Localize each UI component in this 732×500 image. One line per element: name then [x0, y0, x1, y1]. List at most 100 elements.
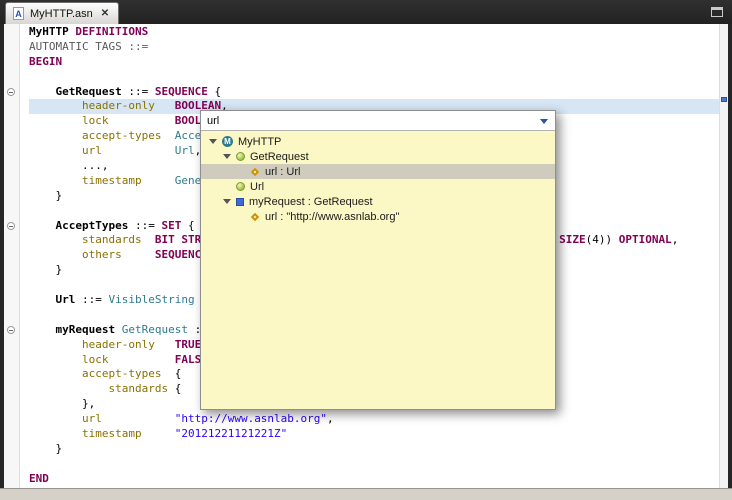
maximize-icon[interactable]: [711, 7, 723, 17]
code-token: {: [161, 367, 182, 381]
ruler-row: [4, 40, 19, 55]
code-token: lock: [81, 352, 109, 366]
outline-tree-item[interactable]: url : "http://www.asnlab.org": [201, 209, 555, 224]
code-token: "20121221121221Z": [174, 427, 288, 441]
tab-close-icon[interactable]: ✕: [101, 8, 109, 19]
code-token: Url: [55, 293, 76, 307]
outline-tree: M MyHTTP GetRequest url : Url Url myRequest :…: [201, 131, 555, 224]
outline-item-label: GetRequest: [250, 150, 309, 163]
code-token: SEQUENCE: [154, 84, 208, 98]
code-token: ::=: [121, 84, 155, 98]
tab-myhttp-asn[interactable]: A MyHTTP.asn ✕: [5, 2, 120, 24]
code-token: ,: [671, 233, 679, 247]
outline-tree-item[interactable]: Url: [201, 179, 555, 194]
code-token: timestamp: [81, 173, 142, 187]
code-token: VisibleString: [108, 293, 195, 307]
ruler-row: [4, 99, 19, 114]
code-token: AcceptTypes: [55, 218, 129, 232]
ruler-row: [4, 367, 19, 382]
fold-collapse-icon[interactable]: [7, 221, 15, 230]
code-line: AUTOMATIC TAGS ::=: [29, 40, 728, 55]
expander-down-icon[interactable]: [209, 139, 217, 144]
outline-tree-item[interactable]: M MyHTTP: [201, 134, 555, 149]
outline-filter-input[interactable]: [201, 112, 529, 130]
ruler-row: [4, 457, 19, 472]
code-token: lock: [81, 114, 109, 128]
dropdown-arrow-icon[interactable]: [540, 119, 548, 124]
ruler-row: [4, 442, 19, 457]
code-line: timestamp "20121221121221Z": [29, 427, 728, 442]
code-token: END: [29, 471, 49, 485]
expander-down-icon[interactable]: [223, 199, 231, 204]
overview-ruler: [719, 24, 728, 488]
ruler-row: [4, 293, 19, 308]
code-token: BEGIN: [29, 54, 63, 68]
expander-placeholder: [223, 184, 231, 189]
code-token: ::=: [75, 293, 109, 307]
ruler-row: [4, 338, 19, 353]
code-token: others: [81, 248, 122, 262]
code-line: END: [29, 472, 728, 487]
ruler-row: [4, 129, 19, 144]
editor-window: A MyHTTP.asn ✕ MyHTTP DEFINITIONS AUTOMAT…: [0, 0, 732, 500]
asn-file-icon: A: [13, 7, 24, 20]
code-line: url "http://www.asnlab.org",: [29, 412, 728, 427]
ruler-row: [4, 85, 19, 100]
ruler-row: [4, 412, 19, 427]
outline-item-label: Url: [250, 180, 265, 193]
code-token: MyHTTP: [29, 25, 76, 38]
fold-collapse-icon[interactable]: [7, 325, 15, 334]
code-token: AUTOMATIC TAGS ::=: [29, 39, 149, 53]
overview-marker[interactable]: [721, 97, 727, 102]
outline-item-label: url : "http://www.asnlab.org": [265, 210, 400, 223]
code-line: MyHTTP DEFINITIONS: [29, 25, 728, 40]
code-token: SIZE: [559, 233, 586, 247]
outline-tree-item[interactable]: GetRequest: [201, 149, 555, 164]
code-token: myRequest: [55, 322, 116, 336]
outline-item-label: MyHTTP: [238, 135, 282, 148]
code-token: header-only: [81, 337, 155, 351]
fold-collapse-icon[interactable]: [7, 87, 15, 96]
ruler-row: [4, 204, 19, 219]
ruler-row: [4, 114, 19, 129]
code-token: timestamp: [81, 427, 142, 441]
ruler-row: [4, 323, 19, 338]
code-token: }: [29, 441, 63, 455]
code-token: {: [181, 218, 195, 232]
ruler-row: [4, 427, 19, 442]
outline-tree-item[interactable]: myRequest : GetRequest: [201, 194, 555, 209]
ruler-row: [4, 159, 19, 174]
ruler-row: [4, 233, 19, 248]
code-token: header-only: [81, 99, 155, 113]
code-token: ,: [327, 412, 334, 426]
outline-tree-item[interactable]: url : Url: [201, 164, 555, 179]
expander-down-icon[interactable]: [223, 154, 231, 159]
code-token: }: [29, 263, 63, 277]
field-icon: [250, 212, 260, 221]
code-token: ...,: [29, 159, 109, 173]
fold-ruler: [4, 24, 20, 488]
outline-item-label: myRequest : GetRequest: [249, 195, 373, 208]
